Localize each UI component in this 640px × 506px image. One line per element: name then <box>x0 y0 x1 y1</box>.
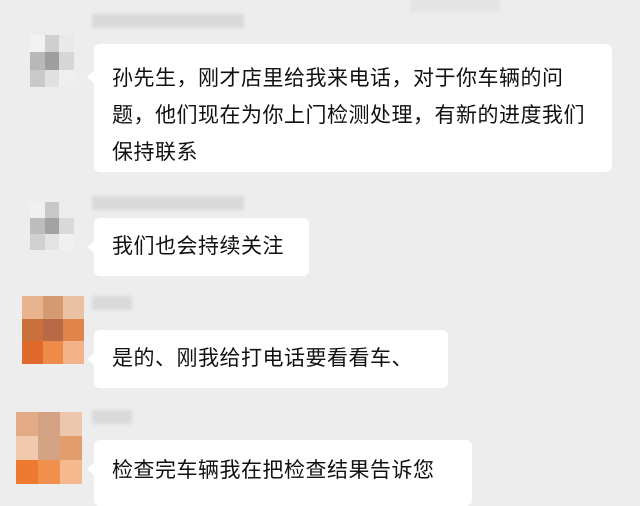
bubble-tail <box>87 240 95 254</box>
user-avatar[interactable] <box>22 296 84 364</box>
message-text: 检查完车辆我在把检查结果告诉您 <box>112 458 435 482</box>
message-text: 是的、刚我给打电话要看看车、 <box>112 346 413 370</box>
sender-name-blurred <box>92 410 132 424</box>
bubble-tail <box>87 462 95 476</box>
friend-avatar[interactable] <box>30 35 74 87</box>
user-avatar[interactable] <box>16 412 82 484</box>
bubble-tail <box>87 352 95 366</box>
message-text: 孙先生，刚才店里给我来电话，对于你车辆的问题，他们现在为你上门检测处理，有新的进… <box>112 66 585 164</box>
sender-name-blurred <box>92 196 244 210</box>
bubble-tail <box>87 70 95 84</box>
sender-name-blurred <box>92 296 132 310</box>
message-bubble[interactable]: 是的、刚我给打电话要看看车、 <box>87 330 448 388</box>
sender-name-blurred <box>92 14 244 28</box>
message-bubble[interactable]: 孙先生，刚才店里给我来电话，对于你车辆的问题，他们现在为你上门检测处理，有新的进… <box>87 44 612 172</box>
friend-avatar[interactable] <box>30 202 74 250</box>
message-bubble[interactable]: 我们也会持续关注 <box>87 218 309 276</box>
sender-name-blurred <box>410 0 500 12</box>
message-text: 我们也会持续关注 <box>112 234 284 258</box>
chat-window: 孙先生，刚才店里给我来电话，对于你车辆的问题，他们现在为你上门检测处理，有新的进… <box>0 0 640 506</box>
message-bubble[interactable]: 检查完车辆我在把检查结果告诉您 <box>87 440 472 506</box>
